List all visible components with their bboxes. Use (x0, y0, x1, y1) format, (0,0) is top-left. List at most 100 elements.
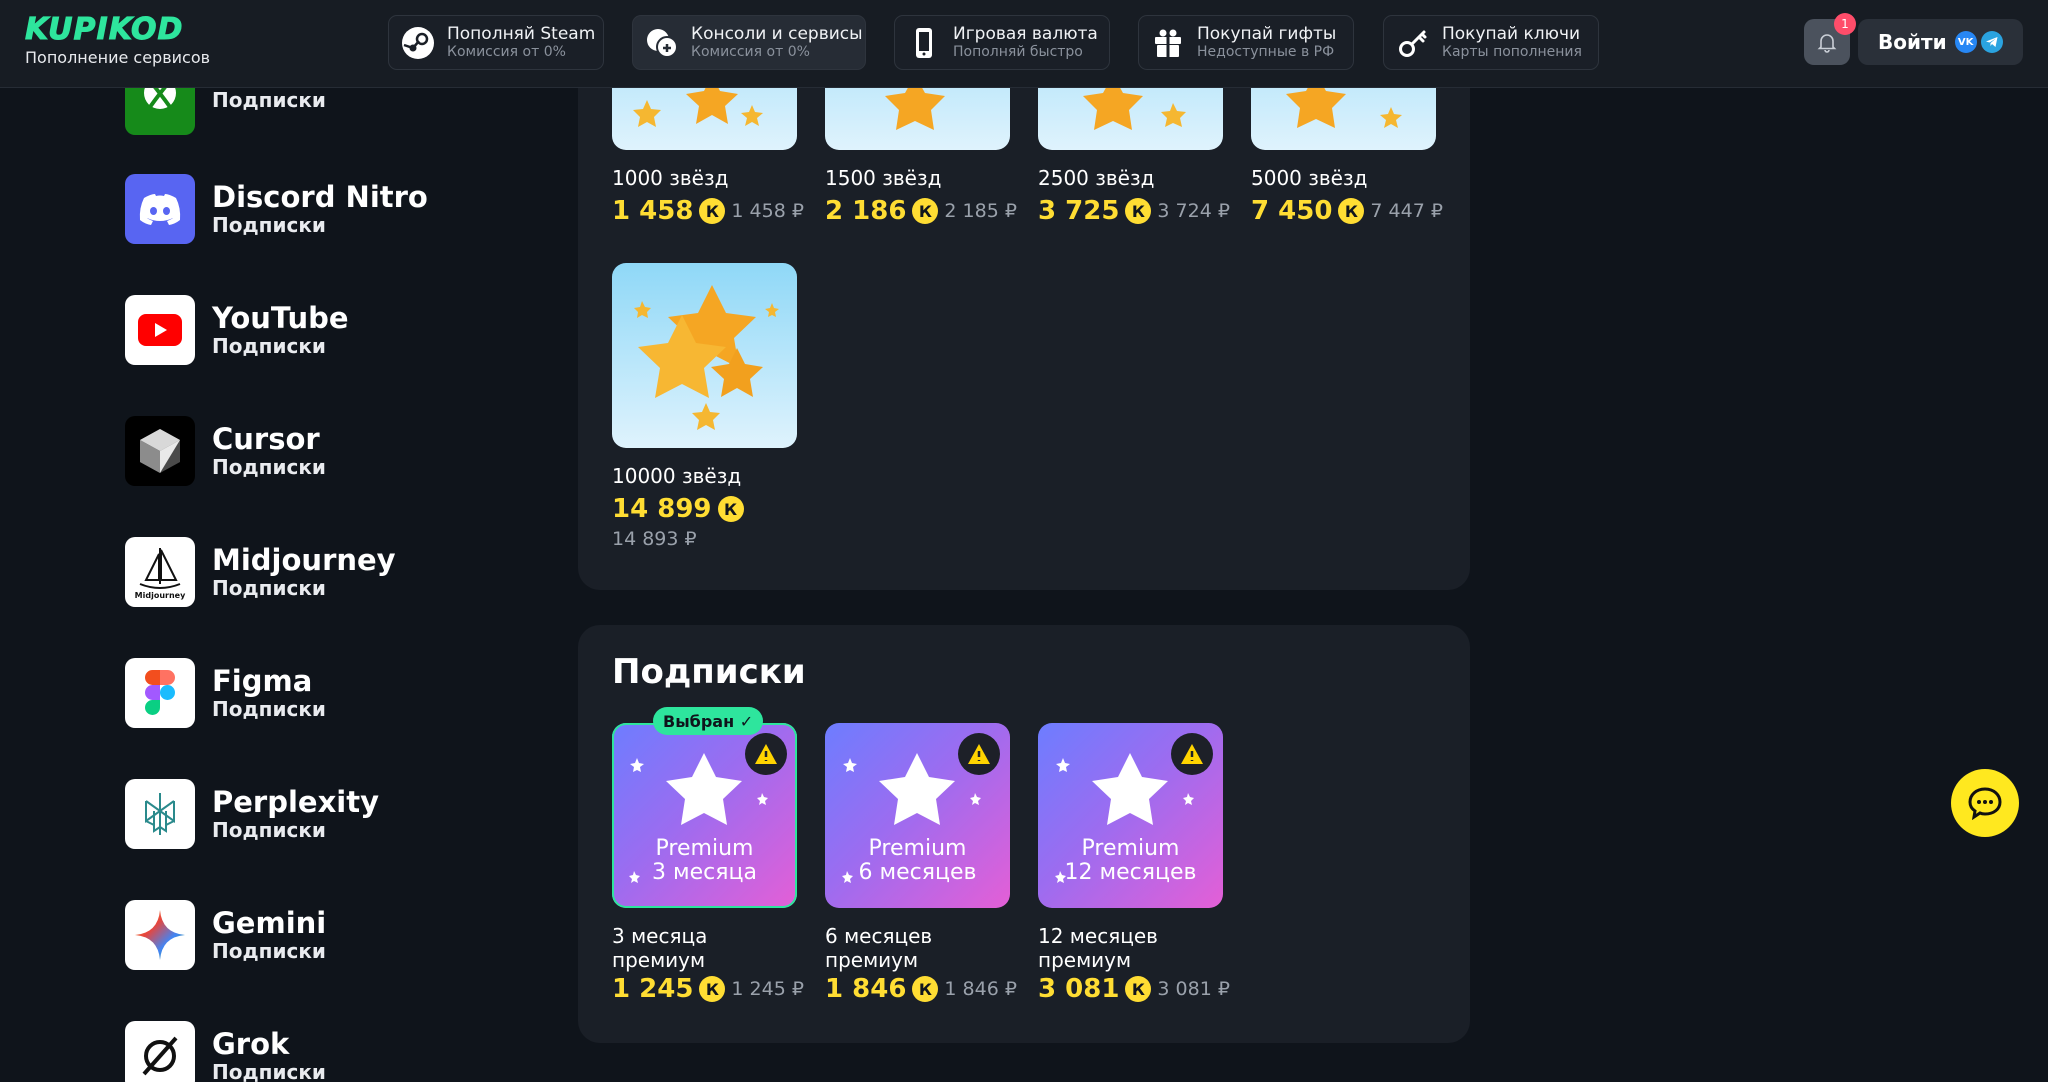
premium-duration: 3 месяца (652, 860, 757, 885)
premium-duration: 12 месяцев (1064, 860, 1197, 885)
sidebar-item-subtitle: Подписки (212, 455, 326, 479)
section-title: Подписки (612, 652, 806, 692)
telegram-icon (1980, 31, 2003, 53)
product-name-line2: премиум (1038, 948, 1132, 972)
nav-gifts[interactable]: Покупай гифты Недоступные в РФ (1138, 15, 1354, 70)
product-name: 5000 звёзд (1251, 166, 1368, 190)
premium-label: Premium (1081, 836, 1180, 861)
price-rub: 3 081 ₽ (1157, 978, 1230, 1000)
price-rub: 14 893 ₽ (612, 528, 697, 550)
sidebar-item-title: Figma (212, 664, 313, 698)
coin-icon: К (699, 976, 726, 1002)
sidebar-item-subtitle: Подписки (212, 334, 326, 358)
nav-consoles[interactable]: Консоли и сервисы Комиссия от 0% (632, 15, 866, 70)
sidebar-item-grok[interactable]: Grok Подписки (125, 1021, 326, 1082)
premium-card-6-months[interactable]: Premium 6 месяцев 6 месяцев премиум 1 84… (825, 723, 1017, 1004)
sidebar-item-subtitle: Подписки (212, 576, 326, 600)
warning-icon[interactable] (1171, 733, 1213, 775)
premium-duration: 6 месяцев (858, 860, 977, 885)
sidebar-item-subtitle: Подписки (212, 939, 326, 963)
grok-icon (125, 1021, 195, 1082)
selected-badge: Выбран ✓ (653, 707, 764, 735)
logo-subtitle: Пополнение сервисов (25, 48, 211, 67)
nav-title: Покупай гифты (1197, 24, 1337, 44)
sidebar-item-midjourney[interactable]: Midjourney Midjourney Подписки (125, 537, 396, 607)
nav-subtitle: Пополняй быстро (953, 44, 1083, 60)
gemini-icon (125, 900, 195, 970)
gift-icon (1151, 26, 1185, 60)
stars-image (612, 263, 797, 448)
sidebar-item-title: Gemini (212, 906, 327, 940)
price-rub: 2 185 ₽ (944, 200, 1017, 222)
sidebar-item-subtitle: Подписки (212, 88, 326, 112)
sidebar-item-perplexity[interactable]: Perplexity Подписки (125, 779, 379, 849)
nav-steam[interactable]: Пополняй Steam Комиссия от 0% (388, 15, 604, 70)
sidebar-item-title: YouTube (212, 301, 349, 335)
price-coins: 7 450 (1251, 196, 1333, 226)
product-name-line2: премиум (612, 948, 706, 972)
login-button[interactable]: Войти VK (1858, 19, 2023, 65)
warning-icon[interactable] (745, 733, 787, 775)
price-coins: 1 458 (612, 196, 694, 226)
price-rub: 1 458 ₽ (731, 200, 804, 222)
perplexity-icon (125, 779, 195, 849)
premium-label: Premium (655, 836, 754, 861)
price-coins: 2 186 (825, 196, 907, 226)
premium-image: Premium 6 месяцев (825, 723, 1010, 908)
sidebar-item-subtitle: Подписки (212, 697, 326, 721)
nav-subtitle: Карты пополнения (1442, 44, 1582, 60)
sidebar-item-youtube[interactable]: YouTube Подписки (125, 295, 349, 365)
sidebar-item-discord[interactable]: Discord Nitro Подписки (125, 174, 428, 244)
support-chat-button[interactable] (1951, 769, 2019, 837)
nav-game-currency[interactable]: Игровая валюта Пополняй быстро (894, 15, 1110, 70)
sidebar-item-title: Cursor (212, 422, 320, 456)
premium-image: Premium 3 месяца (612, 723, 797, 908)
nav-keys[interactable]: Покупай ключи Карты пополнения (1383, 15, 1599, 70)
warning-icon[interactable] (958, 733, 1000, 775)
svg-text:Midjourney: Midjourney (135, 591, 186, 600)
price-coins: 14 899 (612, 494, 712, 524)
premium-card-12-months[interactable]: Premium 12 месяцев 12 месяцев премиум 3 … (1038, 723, 1230, 1004)
sidebar-item-subtitle: Подписки (212, 818, 326, 842)
sidebar-item-cursor[interactable]: Cursor Подписки (125, 416, 326, 486)
coin-icon: К (1125, 198, 1152, 224)
price-coins: 3 725 (1038, 196, 1120, 226)
console-icon (645, 26, 679, 60)
product-name: 6 месяцев (825, 924, 933, 948)
vk-icon: VK (1954, 31, 1977, 53)
nav-title: Игровая валюта (953, 24, 1098, 44)
chat-icon (1968, 787, 2002, 820)
nav-subtitle: Комиссия от 0% (691, 44, 810, 60)
sidebar-item-subtitle: Подписки (212, 1060, 326, 1082)
coin-icon: К (717, 496, 744, 522)
discord-icon (125, 174, 195, 244)
top-header: KUPIKOD Пополнение сервисов Пополняй Ste… (0, 0, 2048, 88)
key-icon (1396, 26, 1430, 60)
steam-icon (401, 26, 435, 60)
price-rub: 1 846 ₽ (944, 978, 1017, 1000)
sidebar-item-title: Perplexity (212, 785, 380, 819)
coin-icon: К (699, 198, 726, 224)
product-name: 1000 звёзд (612, 166, 729, 190)
figma-icon (125, 658, 195, 728)
price-rub: 3 724 ₽ (1157, 200, 1230, 222)
login-label: Войти (1878, 30, 1947, 54)
sidebar-item-figma[interactable]: Figma Подписки (125, 658, 326, 728)
premium-card-3-months[interactable]: Premium 3 месяца 3 месяца премиум 1 245 … (612, 723, 804, 1004)
sidebar-item-title: Discord Nitro (212, 180, 428, 214)
price-rub: 1 245 ₽ (731, 978, 804, 1000)
bell-icon (1817, 34, 1837, 53)
logo[interactable]: KUPIKOD Пополнение сервисов (24, 12, 211, 67)
sidebar-item-subtitle: Подписки (212, 213, 326, 237)
coin-icon: К (912, 198, 939, 224)
sidebar-item-gemini[interactable]: Gemini Подписки (125, 900, 326, 970)
product-name-line2: премиум (825, 948, 919, 972)
product-name: 12 месяцев (1038, 924, 1158, 948)
sidebar-item-title: Midjourney (212, 543, 396, 577)
nav-subtitle: Комиссия от 0% (447, 44, 566, 60)
coin-icon: К (1338, 198, 1365, 224)
logo-text: KUPIKOD (24, 12, 184, 47)
star-card-10000[interactable]: 10000 звёзд 14 899 К 14 893 ₽ (612, 263, 797, 550)
nav-title: Пополняй Steam (447, 24, 596, 44)
nav-title: Консоли и сервисы (691, 24, 863, 44)
